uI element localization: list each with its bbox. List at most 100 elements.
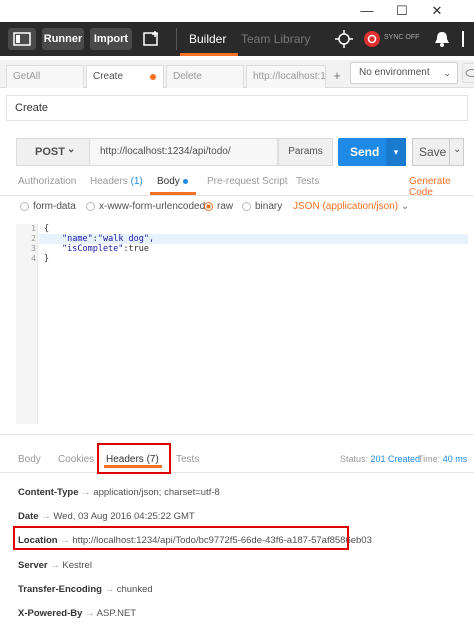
tab-team-library[interactable]: Team Library: [241, 22, 310, 56]
save-label: Save: [419, 145, 447, 159]
save-button[interactable]: Save ⌄: [412, 138, 464, 166]
response-header-row: Server → Kestrel: [18, 560, 92, 571]
window-title-bar: — ☐ ✕: [0, 0, 474, 22]
json-value: true: [128, 244, 150, 254]
tab-label: http://localhost:1234: [253, 71, 326, 82]
headers-count: (1): [130, 176, 143, 187]
request-name: Create: [15, 102, 49, 114]
sync-icon[interactable]: [362, 29, 382, 52]
header-key: Server: [18, 560, 48, 571]
minimize-button[interactable]: —: [360, 3, 374, 18]
time-value: 40 ms: [442, 454, 468, 464]
request-tab-delete[interactable]: Delete: [166, 65, 244, 88]
method-label: POST: [35, 146, 65, 158]
eye-icon[interactable]: [462, 63, 474, 83]
tab-headers[interactable]: Headers (1): [90, 176, 143, 187]
location-highlight-box: [13, 526, 349, 550]
new-window-icon: [143, 31, 158, 46]
header-value: Wed, 03 Aug 2016 04:25:22 GMT: [53, 511, 195, 522]
radio-binary[interactable]: [242, 202, 251, 211]
response-divider: [0, 434, 474, 435]
request-tab-localhost[interactable]: http://localhost:1234: [246, 65, 326, 88]
chevron-down-icon: ⌄: [400, 201, 410, 212]
import-button[interactable]: Import: [90, 28, 132, 50]
response-header-row: X-Powered-By → ASP.NET: [18, 608, 137, 619]
generate-code-link[interactable]: Generate Code: [409, 176, 474, 198]
time-label: Time:: [418, 454, 441, 464]
environment-select[interactable]: No environment ⌄: [350, 62, 458, 84]
environment-selected-label: No environment: [359, 67, 430, 78]
tab-cookies[interactable]: Cookies: [58, 454, 94, 465]
content-type-label: JSON (application/json): [293, 201, 399, 212]
tab-label: GetAll: [13, 71, 41, 82]
status-value: 201 Created: [370, 454, 421, 464]
tab-label: Delete: [173, 71, 202, 82]
line-number: 2: [31, 234, 36, 243]
json-key: "name": [62, 234, 93, 244]
line-number: 4: [31, 254, 36, 263]
unsaved-dot-icon: [150, 74, 156, 80]
code-line: "name":"walk dog",: [62, 234, 155, 244]
tab-response-tests[interactable]: Tests: [176, 454, 199, 465]
close-window-button[interactable]: ✕: [430, 3, 444, 19]
runner-button[interactable]: Runner: [42, 28, 84, 50]
time-readout: Time: 40 ms: [418, 454, 467, 464]
url-input[interactable]: http://localhost:1234/api/todo/: [90, 138, 278, 166]
sidebar-toggle-button[interactable]: [8, 28, 36, 50]
tab-body-label: Body: [157, 176, 180, 187]
header-value: application/json; charset=utf-8: [93, 487, 220, 498]
tab-pre-request-script[interactable]: Pre-request Script: [207, 176, 288, 187]
headers-tab-highlight-box: [97, 443, 171, 474]
body-type-selector: form-data x-www-form-urlencoded raw bina…: [0, 198, 474, 218]
tab-builder[interactable]: Builder: [189, 22, 226, 56]
json-value: "walk dog",: [97, 234, 155, 244]
tab-headers-label: Headers: [90, 176, 128, 187]
sync-status-label: SYNC OFF: [384, 34, 420, 41]
notifications-bell-icon[interactable]: [434, 30, 450, 51]
content-type-select[interactable]: JSON (application/json) ⌄: [293, 201, 409, 212]
code-line: {: [44, 224, 50, 234]
line-number: 1: [31, 224, 36, 233]
tab-body[interactable]: Body: [157, 176, 188, 187]
radio-urlencoded[interactable]: [86, 202, 95, 211]
header-key: Transfer-Encoding: [18, 584, 102, 595]
chevron-down-icon: ⌄: [67, 144, 76, 155]
body-editor[interactable]: 1 2 3 4 { "name":"walk dog", "isComplete…: [16, 224, 468, 424]
request-tab-create[interactable]: Create: [86, 65, 164, 88]
sidebar-icon: [13, 32, 31, 46]
code-line: "isComplete":true: [62, 244, 150, 254]
response-header-row: Content-Type → application/json; charset…: [18, 487, 220, 498]
header-value: chunked: [116, 584, 153, 595]
send-options-chevron-icon[interactable]: ▾: [386, 138, 406, 166]
interceptor-icon[interactable]: [334, 29, 354, 52]
line-number: 3: [31, 244, 36, 253]
main-toolbar: Runner Import Builder Team Library SYNC …: [0, 22, 474, 56]
tab-authorization[interactable]: Authorization: [18, 176, 76, 187]
radio-raw[interactable]: [204, 202, 213, 211]
maximize-button[interactable]: ☐: [395, 3, 409, 19]
form-data-label: form-data: [33, 201, 76, 212]
raw-label: raw: [217, 201, 234, 212]
editor-gutter: 1 2 3 4: [16, 224, 38, 424]
response-header-row: Transfer-Encoding → chunked: [18, 584, 153, 595]
request-tab-getall[interactable]: GetAll: [6, 65, 84, 88]
radio-form-data[interactable]: [20, 202, 29, 211]
header-value: ASP.NET: [96, 608, 137, 619]
builder-tab-indicator: [180, 53, 238, 56]
save-divider: [449, 139, 450, 165]
status-label: Status:: [340, 454, 369, 464]
body-tab-indicator: [150, 192, 196, 195]
new-tab-button[interactable]: [138, 28, 166, 50]
tab-tests[interactable]: Tests: [296, 176, 319, 187]
body-set-dot-icon: [182, 178, 188, 184]
header-key: Content-Type: [18, 487, 79, 498]
method-select[interactable]: POST ⌄: [16, 138, 90, 166]
request-name-bar[interactable]: Create: [6, 95, 468, 121]
chevron-down-icon: ⌄: [453, 144, 462, 155]
tab-response-body[interactable]: Body: [18, 454, 41, 465]
binary-label: binary: [255, 201, 283, 212]
more-options-icon[interactable]: [458, 29, 468, 52]
add-tab-icon[interactable]: +: [328, 65, 346, 87]
response-tabs: Body Cookies Headers (7) Tests Status: 2…: [0, 445, 474, 473]
params-button[interactable]: Params: [278, 138, 333, 166]
